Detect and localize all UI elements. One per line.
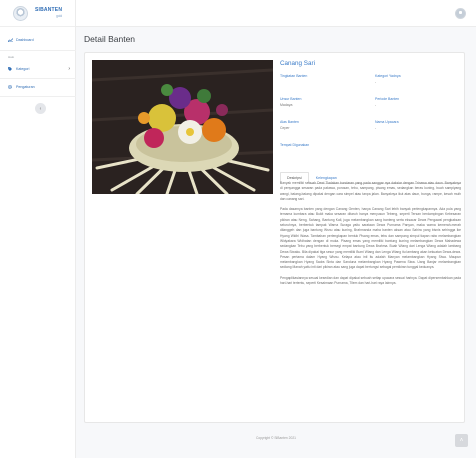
sidebar-item-dashboard[interactable]: Dashboard — [8, 38, 70, 42]
description-panel: Banyak memiliki sebuah Dewi Tiadakan bun… — [280, 181, 461, 291]
sidebar-item-label: Dashboard — [16, 38, 34, 42]
footer-copyright: Copyright © SiBanten 2021 — [255, 436, 296, 440]
sidebar-heading: Halo — [8, 55, 15, 59]
avatar[interactable] — [455, 8, 466, 19]
banten-fields: Tingkatan Banten Kategori Yadnya - Unsur… — [280, 74, 460, 166]
field-kategori-yadnya: Kategori Yadnya - — [375, 74, 460, 97]
field-value: - — [375, 103, 377, 107]
brand-logo — [13, 5, 28, 21]
chevron-left-icon: ‹ — [39, 105, 42, 112]
description-paragraph: Pada dasarnya banten yang dengan Canang … — [280, 207, 461, 270]
description-paragraph: Pengaplikasiannya sesuai kesedian dan da… — [280, 275, 461, 286]
description-paragraph: Banyak memiliki sebuah Dewi Tiadakan bun… — [280, 181, 461, 201]
divider — [0, 96, 76, 97]
brand[interactable]: SIBANTEN gold — [0, 0, 75, 27]
field-label: Nama Upacara — [375, 120, 399, 124]
field-label: Tingkatan Banten — [280, 74, 308, 78]
sidebar-collapse-button[interactable]: ‹ — [35, 103, 46, 114]
detail-card: Canang Sari Tingkatan Banten Kategori Ya… — [84, 52, 465, 423]
field-tempat: Tempat Digunakan — [280, 143, 365, 166]
field-value: Ceper — [280, 126, 290, 130]
sidebar-item-label: Kategori — [16, 67, 30, 71]
chevron-up-icon: ˄ — [459, 437, 464, 444]
sidebar-item-kategori[interactable]: Kategori › — [8, 66, 70, 72]
brand-sub: gold — [56, 13, 63, 18]
banten-info: Canang Sari Tingkatan Banten Kategori Ya… — [280, 60, 460, 166]
field-value: - — [375, 80, 377, 84]
tag-icon — [8, 67, 13, 71]
banten-name: Canang Sari — [280, 60, 316, 67]
field-label: Tempat Digunakan — [280, 143, 310, 147]
scroll-to-top-button[interactable]: ˄ — [455, 434, 468, 447]
sidebar-item-pengaturan[interactable]: Pengaturan — [8, 85, 70, 89]
field-value: Madaya — [280, 103, 293, 107]
field-label: Alas Banten — [280, 120, 299, 124]
field-periode: Periode Banten - — [375, 97, 460, 120]
brand-name: SIBANTEN — [35, 6, 63, 13]
field-unsur: Unsur Banten Madaya — [280, 97, 365, 120]
field-nama-upacara: Nama Upacara - — [375, 120, 460, 143]
divider — [0, 78, 76, 79]
field-label: Periode Banten — [375, 97, 400, 101]
field-label: Kategori Yadnya — [375, 74, 401, 78]
chevron-right-icon: › — [68, 66, 70, 72]
page-title: Detail Banten — [84, 34, 136, 44]
gear-icon — [8, 85, 13, 89]
sidebar: SIBANTEN gold Dashboard Halo Kategori › … — [0, 0, 76, 458]
field-label: Unsur Banten — [280, 97, 302, 101]
banten-photo — [92, 60, 273, 194]
divider — [0, 50, 76, 51]
field-alas: Alas Banten Ceper — [280, 120, 365, 143]
field-tingkatan: Tingkatan Banten — [280, 74, 365, 97]
topbar — [76, 0, 476, 27]
field-value: - — [375, 126, 377, 130]
chart-line-icon — [8, 38, 13, 42]
sidebar-item-label: Pengaturan — [16, 85, 35, 89]
